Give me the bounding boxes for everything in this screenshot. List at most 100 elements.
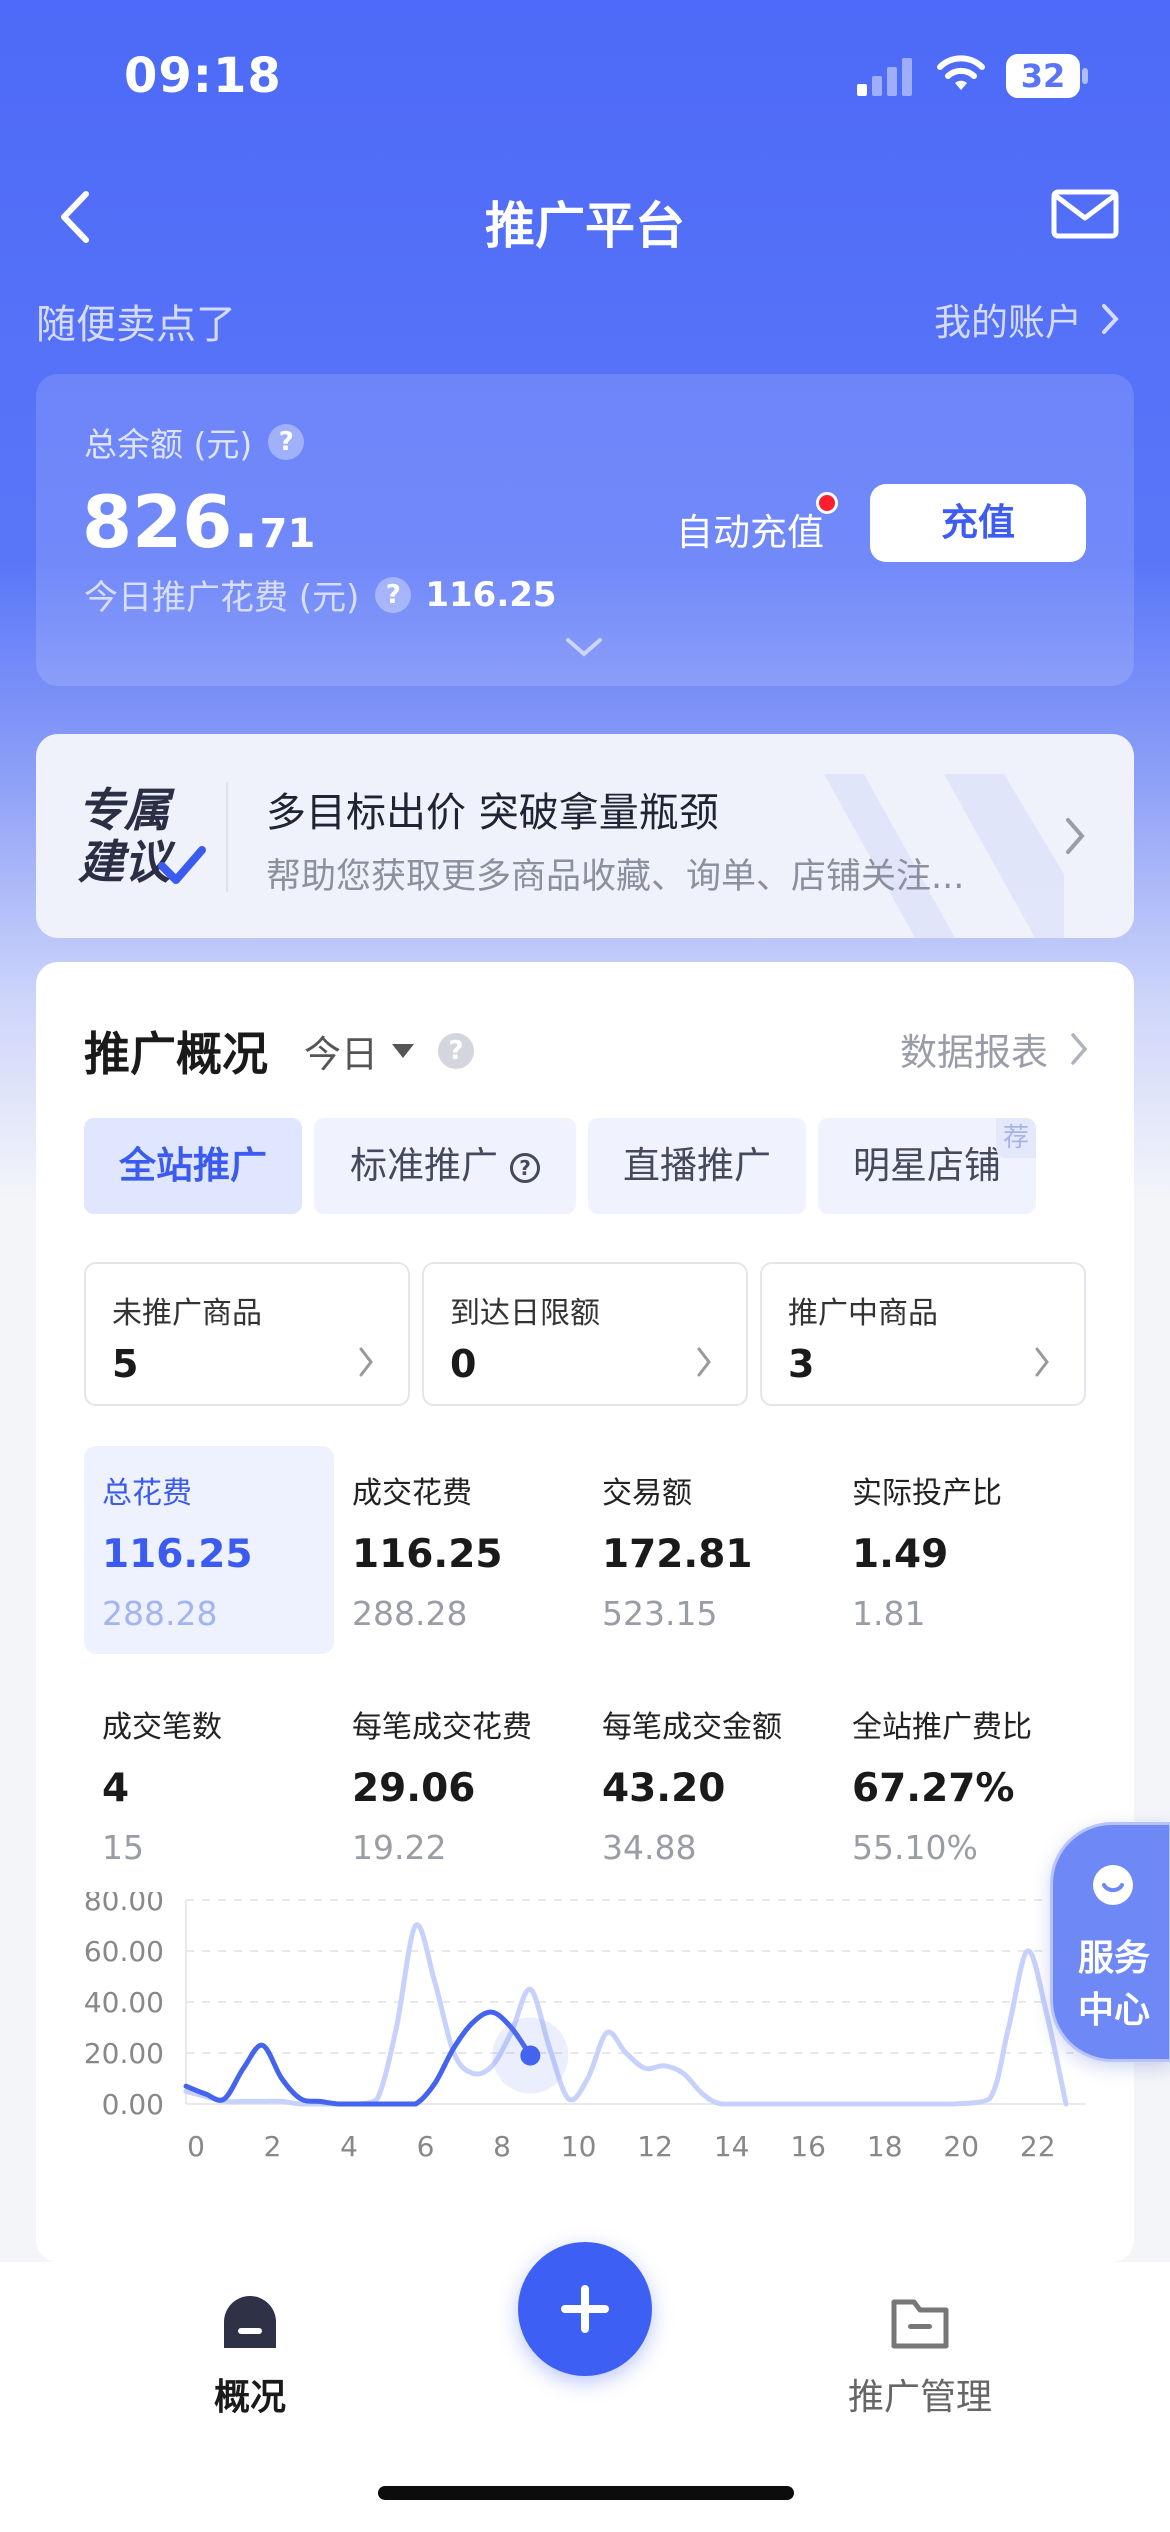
help-icon[interactable]: ?	[510, 1152, 540, 1183]
cellular-signal-icon	[857, 58, 912, 96]
metric-title: 实际投产比	[852, 1476, 1002, 1511]
tab-live[interactable]: 直播推广	[588, 1118, 806, 1214]
tab-site-wide[interactable]: 全站推广	[84, 1118, 302, 1214]
x-tick-label: 18	[867, 2130, 903, 2163]
stat-unpromoted-items[interactable]: 未推广商品 5	[84, 1262, 410, 1406]
metric-value: 1.49	[852, 1532, 949, 1577]
y-tick-label: 60.00	[84, 1935, 164, 1968]
metric-roi[interactable]: 实际投产比 1.49 1.81	[834, 1446, 1084, 1654]
metric-site-wide-cost-ratio[interactable]: 全站推广费比 67.27% 55.10%	[834, 1680, 1084, 1888]
x-tick-label: 6	[417, 2130, 435, 2163]
service-center-button[interactable]: 服务 中心	[1050, 1822, 1170, 2062]
tab-overview-label: 概况	[213, 2377, 286, 2418]
stat-promoting-items[interactable]: 推广中商品 3	[760, 1262, 1086, 1406]
x-tick-label: 22	[1020, 2130, 1056, 2163]
service-label-line1: 服务	[1077, 1938, 1150, 1979]
balance-label-row: 总余额 (元) ?	[84, 418, 305, 466]
stat-title: 到达日限额	[450, 1296, 600, 1331]
suggestion-card[interactable]: 专属 建议 多目标出价 突破拿量瓶颈 帮助您获取更多商品收藏、询单、店铺关注..…	[36, 734, 1134, 938]
metric-value: 4	[102, 1766, 130, 1811]
metric-total-spend[interactable]: 总花费 116.25 288.28	[84, 1446, 334, 1654]
divider	[226, 782, 228, 892]
metric-amount-per-deal[interactable]: 每笔成交金额 43.20 34.88	[584, 1680, 834, 1888]
x-tick-label: 2	[264, 2130, 282, 2163]
exclusive-suggestion-badge: 专属 建议	[78, 784, 208, 894]
data-report-label: 数据报表	[900, 1031, 1048, 1074]
metric-deal-count[interactable]: 成交笔数 4 15	[84, 1680, 334, 1888]
overview-card: 推广概况 今日 ? 数据报表 全站推广 标准推广? 直播推广 明星店铺 荐 未推…	[36, 962, 1134, 2262]
help-icon[interactable]: ?	[268, 424, 305, 460]
metric-transaction-amount[interactable]: 交易额 172.81 523.15	[584, 1446, 834, 1654]
x-tick-label: 20	[943, 2130, 979, 2163]
metric-title: 成交笔数	[102, 1710, 222, 1745]
metric-title: 总花费	[102, 1476, 192, 1511]
my-account-link[interactable]: 我的账户	[934, 292, 1120, 346]
metric-value: 67.27%	[852, 1766, 1015, 1811]
notification-dot	[816, 492, 838, 514]
stat-value: 0	[450, 1342, 477, 1386]
balance-card: 总余额 (元) ? 826.71 今日推广花费 (元) ? 116.25 自动充…	[36, 374, 1134, 686]
stat-daily-limit-reached[interactable]: 到达日限额 0	[422, 1262, 748, 1406]
tab-overview[interactable]: 概况	[170, 2292, 330, 2420]
y-tick-label: 40.00	[84, 1986, 164, 2019]
chevron-right-icon	[359, 1347, 373, 1377]
folder-icon	[891, 2299, 949, 2349]
metric-compare: 1.81	[852, 1594, 926, 1633]
overview-title: 推广概况	[84, 1027, 268, 1081]
metric-compare: 19.22	[352, 1828, 447, 1867]
balance-amount-decimal: 71	[259, 511, 316, 557]
chevron-right-icon	[1066, 818, 1085, 854]
x-tick-label: 10	[561, 2130, 597, 2163]
balance-amount-integer: 826.	[82, 480, 260, 564]
wifi-icon	[937, 55, 985, 90]
metric-title: 每笔成交花费	[352, 1710, 532, 1745]
x-tick-label: 4	[340, 2130, 358, 2163]
metric-spend-per-deal[interactable]: 每笔成交花费 29.06 19.22	[334, 1680, 584, 1888]
period-selector[interactable]: 今日 ?	[304, 1024, 474, 1078]
suggestion-description: 帮助您获取更多商品收藏、询单、店铺关注...	[266, 857, 965, 897]
metric-deal-spend[interactable]: 成交花费 116.25 288.28	[334, 1446, 584, 1654]
tab-label: 全站推广	[119, 1144, 267, 1187]
page-title: 推广平台	[485, 197, 685, 255]
add-button[interactable]	[518, 2242, 652, 2376]
y-tick-label: 0.00	[102, 2088, 164, 2121]
badge-line1: 专属	[78, 783, 170, 837]
stat-title: 未推广商品	[112, 1296, 262, 1331]
chevron-down-icon[interactable]	[564, 636, 604, 660]
tab-star-store[interactable]: 明星店铺 荐	[818, 1118, 1036, 1214]
period-label: 今日	[304, 1033, 378, 1076]
suggestion-headline: 多目标出价 突破拿量瓶颈	[266, 790, 719, 836]
y-tick-label: 80.00	[84, 1892, 164, 1917]
battery-level: 32	[1020, 57, 1066, 95]
data-report-link[interactable]: 数据报表	[900, 1022, 1088, 1076]
x-tick-label: 14	[714, 2130, 750, 2163]
metric-compare: 34.88	[602, 1828, 697, 1867]
mail-icon[interactable]	[1050, 186, 1120, 242]
tab-label: 直播推广	[623, 1144, 771, 1187]
metric-compare: 15	[102, 1828, 144, 1867]
x-tick-label: 12	[637, 2130, 673, 2163]
chevron-right-icon	[1035, 1347, 1049, 1377]
home-indicator	[378, 2486, 794, 2500]
metric-value: 116.25	[352, 1532, 503, 1577]
plus-icon	[561, 2285, 609, 2333]
chat-icon	[1093, 1865, 1133, 1905]
help-icon[interactable]: ?	[438, 1033, 474, 1069]
stat-title: 推广中商品	[788, 1296, 938, 1331]
metric-compare: 288.28	[102, 1594, 218, 1633]
check-icon	[158, 846, 206, 884]
chevron-right-icon	[697, 1347, 711, 1377]
tab-standard[interactable]: 标准推广?	[314, 1118, 576, 1214]
x-tick-label: 8	[493, 2130, 511, 2163]
shop-name: 随便卖点了	[36, 302, 236, 348]
tab-promotion-management[interactable]: 推广管理	[830, 2292, 1010, 2420]
y-tick-label: 20.00	[84, 2037, 164, 2070]
caret-down-icon	[392, 1044, 414, 1058]
recharge-button[interactable]: 充值	[870, 484, 1086, 562]
series-line-today	[183, 2009, 533, 2107]
help-icon[interactable]: ?	[375, 576, 412, 613]
dashboard-icon	[224, 2296, 276, 2348]
balance-label: 总余额 (元)	[84, 425, 253, 464]
status-bar: 09:18 32	[0, 0, 1170, 150]
auto-recharge-link[interactable]: 自动充值	[676, 492, 838, 556]
